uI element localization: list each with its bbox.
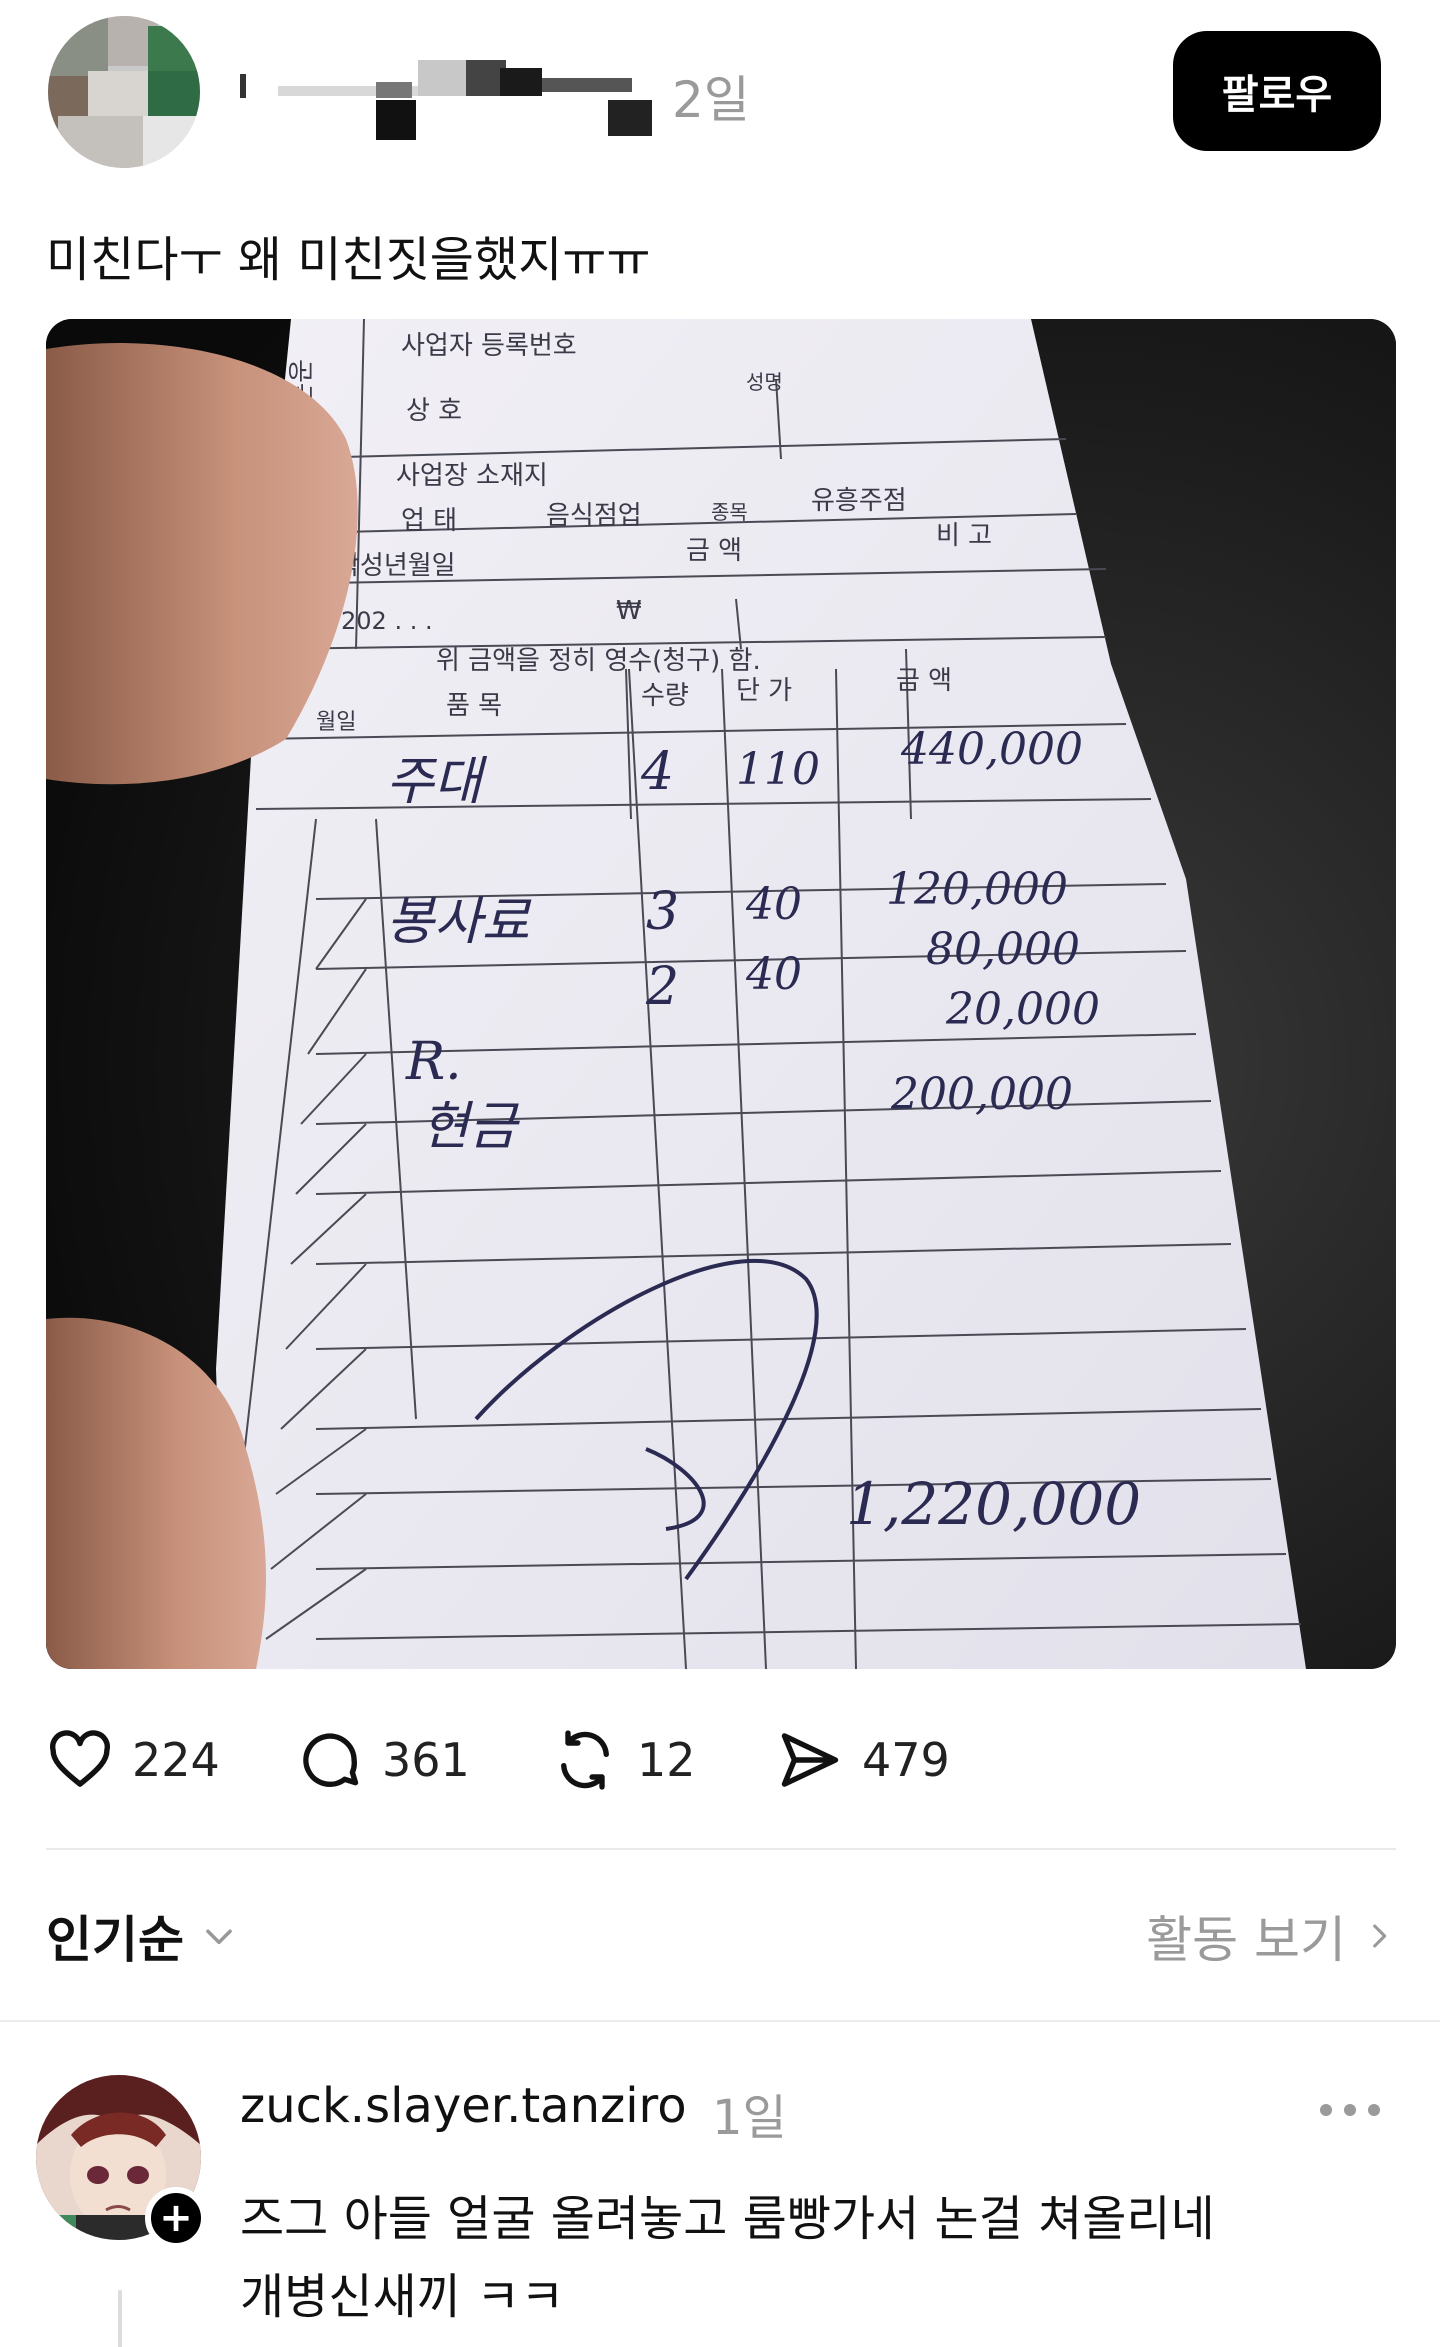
comment-text-line-2: 개병신새끼 ㅋㅋ <box>240 2269 565 2325</box>
hw-item-r: R. <box>405 1032 462 1092</box>
hw-qty-2: 3 <box>646 882 679 942</box>
hw-amount-1: 440,000 <box>900 724 1083 775</box>
hw-item-2: 봉사료 <box>386 892 532 952</box>
comment-count: 361 <box>382 1733 470 1787</box>
view-activity-link[interactable]: 활동 보기 <box>1146 1900 1396 1972</box>
receipt-label-address: 사업장 소재지 <box>396 461 548 491</box>
receipt-label-amount: 금 액 <box>686 536 742 566</box>
thread-line <box>118 2290 122 2347</box>
divider <box>0 2020 1440 2022</box>
hw-price-2: 40 <box>745 879 802 930</box>
hw-price-1: 110 <box>736 744 820 795</box>
comment-button[interactable]: 361 <box>296 1720 470 1800</box>
repost-count: 12 <box>637 1733 696 1787</box>
receipt-col-date: 월일 <box>316 710 356 735</box>
comment-bubble-icon <box>303 1733 359 1787</box>
receipt-col-item: 품 목 <box>446 691 502 721</box>
hw-item-cash: 현금 <box>421 1097 521 1157</box>
receipt-col-amount: 금 액 <box>896 666 952 696</box>
receipt-label-kind: 종목 <box>711 500 748 524</box>
share-button[interactable]: 479 <box>776 1720 950 1800</box>
comment-text-line-1: 즈그 아들 얼굴 올려놓고 룸빵가서 논걸 쳐올리네 <box>240 2191 1215 2247</box>
activity-label: 활동 보기 <box>1146 1911 1346 1969</box>
receipt-statement: 위 금액을 정히 영수(청구) 함. <box>436 646 761 676</box>
comments-sort-bar: 인기순 활동 보기 <box>46 1900 1396 1970</box>
chevron-right-icon <box>1373 1924 1387 1948</box>
sort-dropdown[interactable]: 인기순 <box>46 1900 238 1972</box>
receipt-kind-value: 유흥주점 <box>811 486 907 516</box>
post-text: 미친다ㅜ 왜 미친짓을했지ㅠㅠ <box>46 232 651 288</box>
chevron-down-icon <box>206 1929 232 1945</box>
hw-total: 1,220,000 <box>846 1470 1141 1538</box>
follow-plus-icon[interactable]: + <box>145 2187 207 2249</box>
receipt-col-price: 단 가 <box>736 676 792 706</box>
like-button[interactable]: 224 <box>46 1720 220 1800</box>
receipt-type-value: 음식점업 <box>546 501 642 531</box>
hw-amount-4: 20,000 <box>945 984 1100 1035</box>
post-action-bar: 224 361 12 479 <box>46 1720 1046 1800</box>
receipt-label-name: 성명 <box>746 370 783 394</box>
receipt-label-type: 업 태 <box>401 506 457 536</box>
repost-icon <box>561 1730 609 1790</box>
hw-qty-3: 2 <box>645 957 679 1017</box>
post-photo-receipt[interactable]: 사업자 등록번호 상 호 사업장 소재지 공급자 성명 업 태 음식점업 종목 … <box>46 319 1396 1669</box>
send-icon <box>781 1733 839 1787</box>
like-count: 224 <box>132 1733 220 1787</box>
receipt-label-note: 비 고 <box>936 521 992 551</box>
hw-amount-3: 80,000 <box>926 924 1080 975</box>
commenter-username[interactable]: zuck.slayer.tanziro <box>240 2078 687 2134</box>
author-avatar[interactable] <box>48 16 200 168</box>
heart-icon <box>50 1730 110 1787</box>
follow-button[interactable]: 팔로우 <box>1173 31 1381 151</box>
share-count: 479 <box>862 1733 950 1787</box>
author-username-redacted[interactable] <box>238 60 658 140</box>
post-header: 2일 팔로우 <box>0 0 1440 190</box>
comment-time: 1일 <box>712 2090 787 2146</box>
receipt-label-bizno: 사업자 등록번호 <box>401 331 577 361</box>
post-time: 2일 <box>672 71 750 129</box>
hw-amount-5: 200,000 <box>890 1069 1073 1120</box>
receipt-col-qty: 수량 <box>641 681 689 711</box>
receipt-date-value: 202 . . . <box>341 607 433 635</box>
divider <box>46 1848 1396 1850</box>
receipt-label-company: 상 호 <box>406 396 462 426</box>
more-options-icon[interactable] <box>1320 2090 1380 2130</box>
hw-item-1: 주대 <box>386 752 488 812</box>
comment-item: + zuck.slayer.tanziro 1일 즈그 아들 얼굴 올려놓고 룸… <box>0 2070 1440 2347</box>
receipt-amount-value: ₩ <box>616 596 642 626</box>
hw-price-3: 40 <box>745 949 802 1000</box>
hw-amount-2: 120,000 <box>886 864 1068 915</box>
repost-button[interactable]: 12 <box>551 1720 696 1800</box>
comment-text: 즈그 아들 얼굴 올려놓고 룸빵가서 논걸 쳐올리네 개병신새끼 ㅋㅋ <box>240 2180 1390 2336</box>
hw-qty-1: 4 <box>640 742 674 802</box>
sort-label: 인기순 <box>46 1911 184 1969</box>
